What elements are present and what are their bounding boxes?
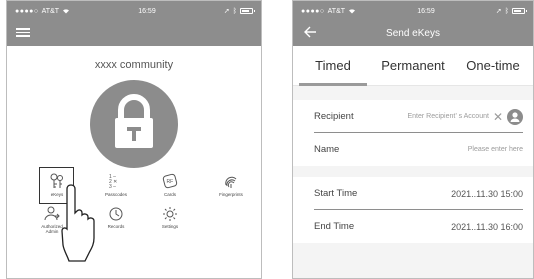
- carrier-label: AT&T: [41, 7, 60, 15]
- community-title: xxxx community: [94, 59, 174, 71]
- signal-strength: ●●●●○: [301, 7, 325, 15]
- wifi-icon: [349, 9, 356, 14]
- signal-strength: ●●●●○: [15, 7, 39, 15]
- location-icon: ➚: [495, 8, 502, 15]
- carrier-label: AT&T: [327, 7, 346, 15]
- end-time-label: End Time: [314, 221, 355, 232]
- clear-icon[interactable]: ✕: [493, 111, 503, 123]
- back-arrow-icon[interactable]: [303, 25, 317, 39]
- lock-home-screen: ●●●●○ AT&T 16:59 ➚ ᛒ xxxx community eKey…: [6, 0, 262, 279]
- fingerprints-label: Fingerprints: [219, 192, 243, 197]
- fingerprints-button[interactable]: Fingerprints: [206, 172, 256, 197]
- cards-button[interactable]: RF Cards: [145, 172, 195, 197]
- svg-text:RF: RF: [167, 179, 174, 185]
- tab-permanent[interactable]: Permanent: [373, 58, 453, 85]
- battery-icon: [512, 8, 527, 14]
- page-title: Send eKeys: [386, 28, 440, 39]
- ekey-type-tabs: Timed Permanent One-time: [293, 46, 533, 86]
- card-icon: RF: [162, 173, 178, 189]
- recipient-input[interactable]: Enter Recipient’ s Account: [376, 113, 488, 120]
- settings-button[interactable]: Settings: [145, 206, 195, 229]
- header: ●●●●○ AT&T 16:59 ➚ ᛒ: [7, 1, 261, 46]
- status-time: 16:59: [138, 7, 156, 15]
- start-time-value[interactable]: 2021..11.30 15:00: [376, 189, 523, 199]
- send-ekeys-screen: ●●●●○ AT&T 16:59 ➚ ᛒ Send eKeys Timed Pe…: [292, 0, 534, 279]
- time-card: Start Time 2021..11.30 15:00 End Time 20…: [293, 177, 533, 243]
- recipient-label: Recipient: [314, 111, 354, 122]
- wifi-icon: [63, 9, 70, 14]
- tab-one-time[interactable]: One-time: [453, 58, 533, 85]
- header: ●●●●○ AT&T 16:59 ➚ ᛒ Send eKeys: [293, 1, 533, 46]
- settings-label: Settings: [161, 224, 179, 229]
- admin-icon: [44, 206, 60, 221]
- start-time-label: Start Time: [314, 188, 358, 199]
- contacts-icon[interactable]: [507, 108, 523, 125]
- gear-icon: [163, 207, 177, 221]
- status-bar: ●●●●○ AT&T 16:59 ➚ ᛒ: [293, 1, 533, 21]
- end-time-value[interactable]: 2021..11.30 16:00: [376, 222, 523, 232]
- start-time-row[interactable]: Start Time 2021..11.30 15:00: [293, 177, 533, 210]
- recipient-row: Recipient Enter Recipient’ s Account ✕: [293, 100, 533, 133]
- unlock-button[interactable]: [90, 80, 178, 168]
- top-nav: Send eKeys: [293, 21, 533, 46]
- bluetooth-icon: ᛒ: [232, 7, 237, 15]
- tap-hand-icon: [61, 184, 95, 262]
- status-time: 16:59: [417, 7, 435, 15]
- cards-label: Cards: [163, 192, 176, 197]
- bluetooth-icon: ᛒ: [504, 7, 509, 15]
- name-label: Name: [314, 144, 340, 155]
- location-icon: ➚: [223, 8, 230, 15]
- tab-timed[interactable]: Timed: [293, 58, 373, 86]
- top-nav: [7, 21, 261, 46]
- battery-icon: [240, 8, 255, 14]
- status-bar: ●●●●○ AT&T 16:59 ➚ ᛒ: [7, 1, 261, 21]
- menu-icon[interactable]: [16, 26, 30, 38]
- recipient-card: Recipient Enter Recipient’ s Account ✕ N…: [293, 100, 533, 166]
- end-time-row[interactable]: End Time 2021..11.30 16:00: [293, 210, 533, 243]
- name-input[interactable]: Please enter here: [376, 146, 523, 153]
- name-row: Name Please enter here: [293, 133, 533, 166]
- lock-icon: [115, 94, 153, 148]
- fingerprint-icon: [225, 176, 237, 188]
